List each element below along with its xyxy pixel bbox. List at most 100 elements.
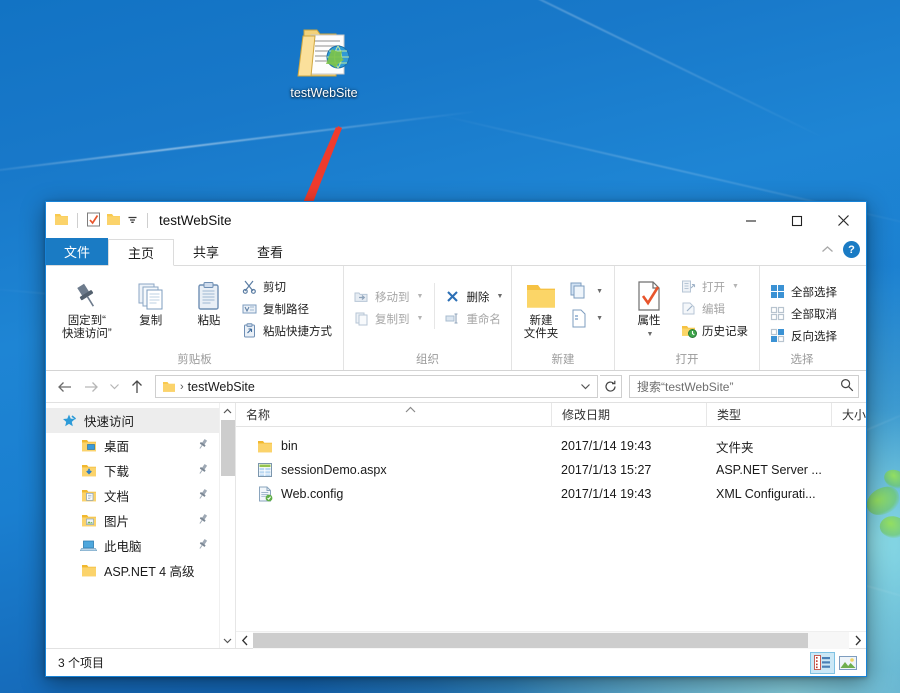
paste-shortcut-button[interactable]: 粘贴快捷方式 — [238, 320, 337, 341]
sidebar-item-aspnet4[interactable]: ASP.NET 4 高级 — [46, 558, 219, 583]
main-content-area: 快速访问 桌面 — [46, 402, 866, 648]
column-header-date[interactable]: 修改日期 — [551, 403, 706, 427]
copy-button[interactable]: 复制 — [122, 273, 180, 328]
table-row[interactable]: bin 2017/1/14 19:43 文件夹 — [236, 434, 866, 458]
column-headers: 名称 修改日期 类型 大小 — [236, 403, 866, 427]
maximize-button[interactable] — [774, 202, 820, 239]
desktop-icon-testwebsite[interactable]: testWebSite — [276, 18, 372, 100]
pin-icon[interactable] — [197, 438, 209, 454]
pin-icon[interactable] — [197, 538, 209, 554]
scroll-down-button[interactable] — [220, 632, 235, 648]
sidebar-item-documents[interactable]: 文档 — [46, 483, 219, 508]
minimize-button[interactable] — [728, 202, 774, 239]
file-list-horizontal-scrollbar[interactable] — [236, 631, 866, 648]
new-folder-button[interactable]: 新建 文件夹 — [518, 273, 564, 341]
pin-icon[interactable] — [197, 463, 209, 479]
ribbon: 固定到“ 快速访问” 复制 — [46, 266, 866, 371]
select-none-label: 全部取消 — [791, 306, 837, 322]
scroll-up-button[interactable] — [220, 403, 235, 419]
recent-locations-button[interactable] — [105, 375, 123, 399]
address-bar[interactable]: › testWebSite — [155, 375, 598, 398]
select-none-button[interactable]: 全部取消 — [766, 303, 842, 324]
rename-button[interactable]: 重命名 — [441, 308, 508, 329]
move-to-button[interactable]: 移动到 ▼ — [350, 286, 428, 307]
forward-button[interactable] — [79, 375, 103, 399]
copy-icon — [136, 277, 166, 315]
file-list: bin 2017/1/14 19:43 文件夹 sessionDemo.aspx — [236, 427, 866, 631]
address-dropdown-icon[interactable] — [576, 376, 595, 397]
details-view-button[interactable] — [810, 652, 835, 674]
column-header-size[interactable]: 大小 — [831, 403, 866, 427]
copy-to-label: 复制到 — [375, 311, 410, 327]
paste-button[interactable]: 粘贴 — [180, 273, 238, 328]
new-folder-label-line1: 新建 — [530, 315, 553, 328]
copy-path-button[interactable]: 复制路径 — [238, 298, 337, 319]
scrollbar-thumb[interactable] — [221, 420, 235, 476]
sidebar-item-downloads[interactable]: 下载 — [46, 458, 219, 483]
column-header-name[interactable]: 名称 — [236, 403, 551, 427]
folder-icon[interactable] — [106, 212, 121, 229]
copy-to-button[interactable]: 复制到 ▼ — [350, 308, 428, 329]
pictures-folder-icon — [80, 512, 97, 529]
chevron-down-icon[interactable]: ▼ — [732, 283, 739, 290]
window-controls — [728, 202, 866, 239]
large-icons-view-button[interactable] — [835, 652, 860, 674]
scroll-right-button[interactable] — [849, 632, 866, 649]
chevron-down-icon[interactable]: ▼ — [496, 293, 503, 300]
invert-selection-icon — [769, 327, 786, 344]
back-button[interactable] — [53, 375, 77, 399]
chevron-down-icon[interactable] — [126, 213, 139, 229]
sidebar-item-pictures[interactable]: 图片 — [46, 508, 219, 533]
column-header-type[interactable]: 类型 — [706, 403, 831, 427]
scrollbar-thumb[interactable] — [253, 633, 808, 648]
chevron-down-icon[interactable]: ▼ — [417, 315, 424, 322]
properties-button[interactable]: 属性 ▼ — [621, 273, 677, 341]
history-button[interactable]: 历史记录 — [677, 320, 753, 341]
chevron-down-icon[interactable]: ▼ — [417, 293, 424, 300]
edit-button[interactable]: 编辑 — [677, 298, 753, 319]
search-icon[interactable] — [840, 378, 854, 395]
search-box[interactable]: 搜索“testWebSite” — [629, 375, 859, 398]
up-button[interactable] — [125, 375, 149, 399]
new-folder-icon — [524, 277, 558, 315]
invert-selection-button[interactable]: 反向选择 — [766, 325, 842, 346]
navpane-scrollbar[interactable] — [219, 403, 235, 648]
scrollbar-track[interactable] — [253, 632, 849, 649]
sidebar-item-quick-access[interactable]: 快速访问 — [46, 408, 219, 433]
sidebar-item-desktop[interactable]: 桌面 — [46, 433, 219, 458]
pin-icon[interactable] — [197, 488, 209, 504]
divider — [77, 213, 78, 228]
file-date: 2017/1/14 19:43 — [551, 439, 706, 453]
chevron-down-icon[interactable]: ▼ — [596, 315, 603, 322]
sidebar-item-this-pc[interactable]: 此电脑 — [46, 533, 219, 558]
refresh-button[interactable] — [600, 375, 622, 398]
wallpaper-leaf — [863, 483, 900, 518]
properties-check-icon[interactable] — [86, 212, 101, 230]
ribbon-tab-strip: 文件 主页 共享 查看 ? — [46, 239, 866, 266]
tab-view[interactable]: 查看 — [238, 238, 302, 265]
delete-button[interactable]: 删除 ▼ — [441, 286, 508, 307]
scroll-left-button[interactable] — [236, 632, 253, 649]
table-row[interactable]: Web.config 2017/1/14 19:43 XML Configura… — [236, 482, 866, 506]
easy-access-button[interactable]: ▼ — [564, 305, 608, 331]
chevron-down-icon[interactable]: ▼ — [647, 328, 654, 341]
breadcrumb-path[interactable]: testWebSite — [188, 380, 255, 394]
tab-share[interactable]: 共享 — [174, 238, 238, 265]
navigation-tree: 快速访问 桌面 — [46, 403, 219, 648]
pin-icon[interactable] — [197, 513, 209, 529]
close-button[interactable] — [820, 202, 866, 239]
select-all-icon — [769, 283, 786, 300]
tab-file[interactable]: 文件 — [46, 238, 108, 265]
help-icon[interactable]: ? — [843, 241, 860, 258]
pin-to-quick-access-button[interactable]: 固定到“ 快速访问” — [52, 273, 122, 341]
search-input[interactable]: 搜索“testWebSite” — [637, 378, 840, 395]
chevron-down-icon[interactable]: ▼ — [596, 288, 603, 295]
table-row[interactable]: sessionDemo.aspx 2017/1/13 15:27 ASP.NET… — [236, 458, 866, 482]
select-all-button[interactable]: 全部选择 — [766, 281, 842, 302]
folder-icon[interactable] — [54, 212, 69, 229]
new-item-button[interactable]: ▼ — [564, 278, 608, 304]
open-button[interactable]: 打开 ▼ — [677, 276, 753, 297]
cut-button[interactable]: 剪切 — [238, 276, 337, 297]
collapse-ribbon-icon[interactable] — [821, 243, 834, 257]
tab-home[interactable]: 主页 — [108, 239, 174, 266]
